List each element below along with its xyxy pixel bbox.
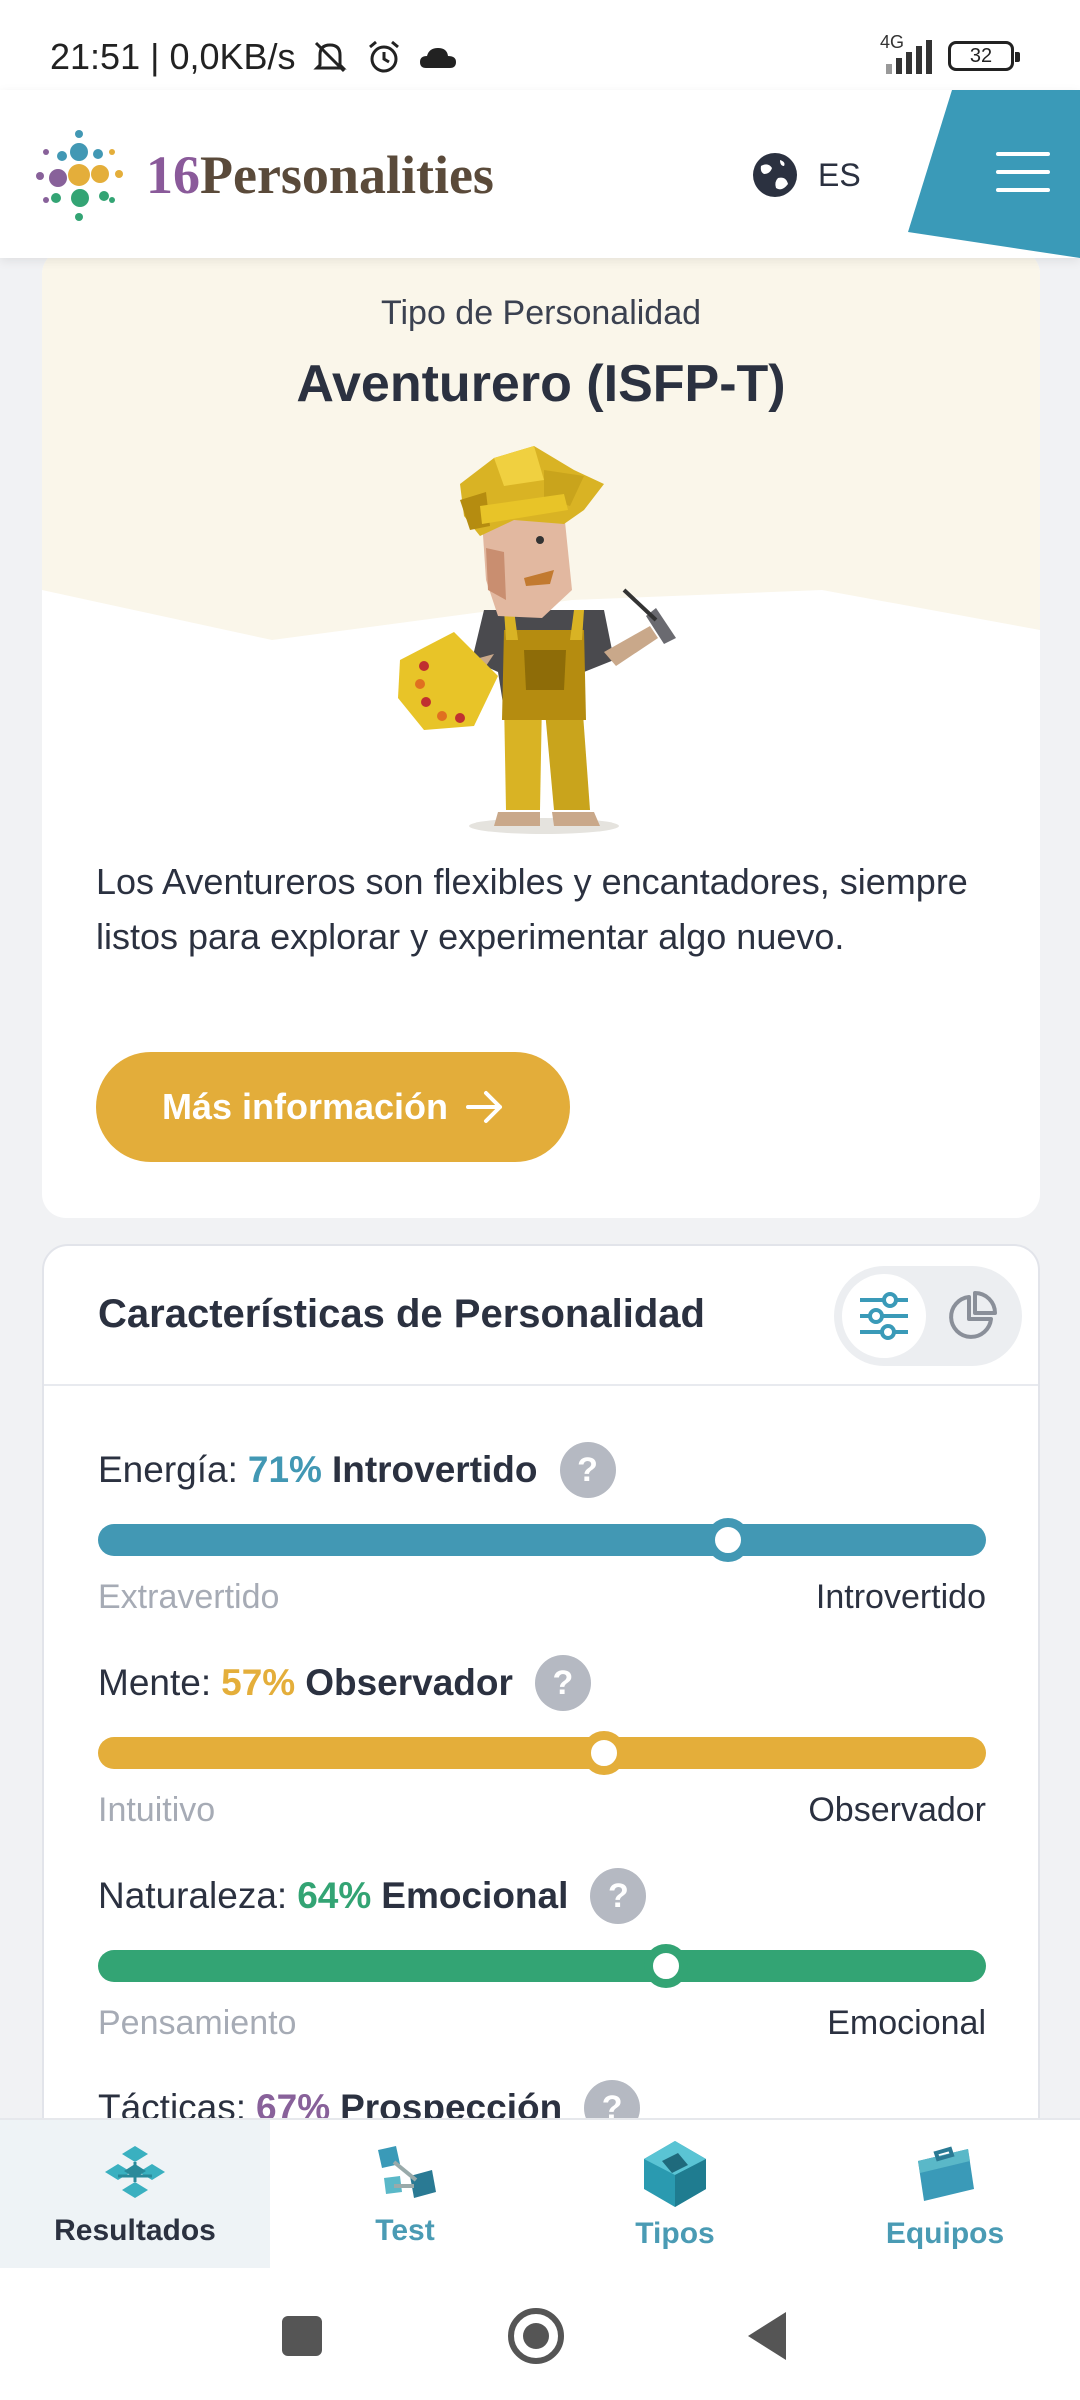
- globe-icon: [753, 153, 797, 197]
- type-name: Aventurero (ISFP-T): [296, 355, 786, 413]
- briefcase-icon: [918, 2146, 974, 2201]
- left-pole: Extravertido: [98, 1578, 280, 1616]
- personality-type-card: Tipo de Personalidad Aventurero (ISFP-T): [42, 250, 1040, 1218]
- sliders-icon: [860, 1292, 908, 1340]
- type-description: Los Aventureros son flexibles y encantad…: [96, 861, 968, 957]
- traits-header: Características de Personalidad: [44, 1246, 1038, 1386]
- trait-bar: [98, 1731, 986, 1775]
- help-icon[interactable]: ?: [559, 1442, 616, 1498]
- trait-heading: Energía: 71% Introvertido ?: [98, 1442, 986, 1498]
- language-selector[interactable]: ES: [752, 152, 861, 198]
- logo-word: Personalities: [200, 145, 494, 205]
- bottom-nav: Resultados Test Tipos Equipos: [0, 2118, 1080, 2270]
- mute-bell-icon: [312, 41, 347, 73]
- network-type: 4G: [880, 32, 905, 52]
- trait-percent: 64%: [297, 1875, 372, 1916]
- menu-tab-shape: [908, 90, 1080, 258]
- trait-poles: Pensamiento Emocional: [98, 2004, 986, 2043]
- trait-heading: Naturaleza: 64% Emocional ?: [98, 1868, 986, 1924]
- adventurer-avatar-icon: [398, 446, 676, 834]
- help-icon[interactable]: ?: [534, 1655, 591, 1711]
- traits-title: Características de Personalidad: [98, 1292, 705, 1336]
- trait-energy: Energía: 71% Introvertido ? Extravertido…: [98, 1442, 986, 1617]
- status-left: 21:51 | 0,0KB/s: [50, 36, 458, 78]
- status-time: 21:51 | 0,0KB/s: [50, 36, 296, 77]
- trait-result: Observador: [305, 1662, 513, 1703]
- trait-result: Emocional: [381, 1875, 569, 1916]
- home-icon[interactable]: [508, 2308, 564, 2364]
- help-icon[interactable]: ?: [590, 1868, 647, 1924]
- nav-label: Tipos: [635, 2217, 715, 2250]
- trait-knob: [582, 1731, 627, 1775]
- logo-number: 16: [146, 145, 200, 205]
- system-nav-bar: [0, 2268, 1080, 2400]
- trait-bar: [98, 1944, 986, 1988]
- nav-types[interactable]: Tipos: [540, 2120, 810, 2270]
- pie-chart-icon: [949, 1291, 997, 1339]
- trait-nature: Naturaleza: 64% Emocional ? Pensamiento …: [98, 1868, 986, 2043]
- trait-knob: [706, 1518, 751, 1562]
- trait-result: Introvertido: [331, 1449, 538, 1490]
- trait-bar: [98, 1518, 986, 1562]
- sliders-view-button[interactable]: [842, 1274, 926, 1358]
- site-header: 16Personalities ES: [0, 90, 1080, 258]
- alarm-icon: [368, 40, 399, 73]
- battery-level: 32: [969, 44, 993, 67]
- network-cube-icon: [105, 2146, 165, 2198]
- view-toggle: [834, 1266, 1022, 1366]
- gem-icon: [644, 2141, 706, 2207]
- molecule-icon: [378, 2146, 436, 2198]
- arrow-right-icon: [466, 1091, 503, 1123]
- right-pole: Emocional: [827, 2004, 986, 2042]
- hamburger-icon: [996, 152, 1050, 206]
- language-code: ES: [818, 156, 861, 193]
- signal-icon: 4G: [880, 32, 932, 74]
- trait-poles: Extravertido Introvertido: [98, 1578, 986, 1617]
- trait-percent: 57%: [221, 1662, 296, 1703]
- left-pole: Intuitivo: [98, 1791, 216, 1829]
- type-label: Tipo de Personalidad: [380, 294, 702, 332]
- nav-label: Test: [375, 2214, 435, 2247]
- nav-test[interactable]: Test: [270, 2120, 540, 2270]
- personality-traits-card: Características de Personalidad Energía:…: [42, 1244, 1040, 2144]
- trait-label: Mente:: [98, 1662, 212, 1703]
- more-info-button[interactable]: Más información: [96, 1052, 570, 1162]
- nav-teams[interactable]: Equipos: [810, 2120, 1080, 2270]
- trait-poles: Intuitivo Observador: [98, 1791, 986, 1830]
- nav-label: Equipos: [885, 2217, 1005, 2250]
- left-pole: Pensamiento: [98, 2004, 297, 2042]
- trait-label: Naturaleza:: [98, 1875, 288, 1916]
- logo-dots-icon: [36, 130, 123, 221]
- battery-icon: 32: [948, 41, 1020, 71]
- back-icon[interactable]: [748, 2312, 786, 2360]
- logo[interactable]: 16Personalities: [26, 122, 494, 228]
- right-pole: Introvertido: [815, 1578, 986, 1616]
- trait-percent: 71%: [247, 1449, 322, 1490]
- right-pole: Observador: [808, 1791, 986, 1829]
- trait-heading: Mente: 57% Observador ?: [98, 1655, 986, 1711]
- nav-label: Resultados: [54, 2214, 216, 2247]
- logo-text: 16Personalities: [146, 144, 494, 206]
- menu-button[interactable]: [908, 90, 1080, 258]
- trait-label: Energía:: [98, 1449, 238, 1490]
- trait-knob: [644, 1944, 689, 1988]
- nav-results[interactable]: Resultados: [0, 2120, 270, 2270]
- more-info-label: Más información: [161, 1086, 449, 1127]
- chart-view-button[interactable]: [930, 1274, 1014, 1358]
- status-right: 4G 32: [880, 32, 1020, 74]
- recent-apps-icon[interactable]: [282, 2316, 322, 2356]
- trait-mind: Mente: 57% Observador ? Intuitivo Observ…: [98, 1655, 986, 1830]
- cloud-icon: [419, 48, 456, 68]
